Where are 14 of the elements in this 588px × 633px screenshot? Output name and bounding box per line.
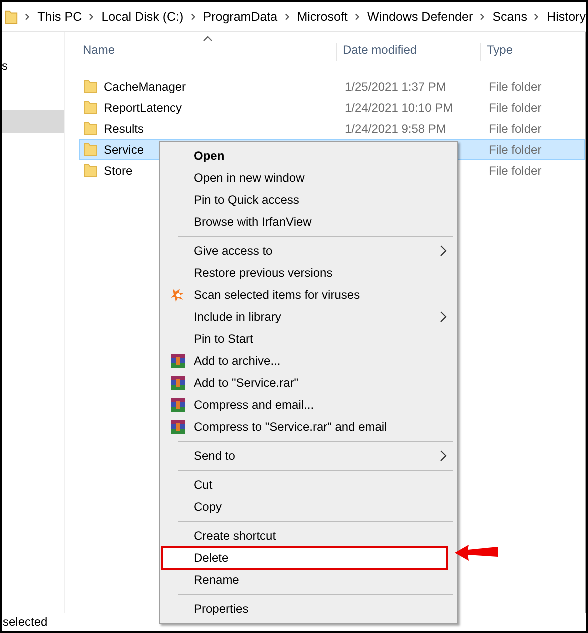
file-name: CacheManager <box>104 80 186 94</box>
status-text: selected <box>3 615 48 629</box>
file-name: Store <box>104 164 133 178</box>
file-name: ReportLatency <box>104 101 182 115</box>
file-name: Service <box>104 143 144 157</box>
file-name: Results <box>104 122 144 136</box>
file-type: File folder <box>489 80 542 94</box>
file-date: 1/24/2021 9:58 PM <box>345 122 446 136</box>
file-type: File folder <box>489 164 542 178</box>
file-type: File folder <box>489 101 542 115</box>
file-type: File folder <box>489 122 542 136</box>
file-date: 1/24/2021 10:10 PM <box>345 101 454 115</box>
file-date: 1/25/2021 1:37 PM <box>345 80 446 94</box>
file-type: File folder <box>489 143 542 157</box>
